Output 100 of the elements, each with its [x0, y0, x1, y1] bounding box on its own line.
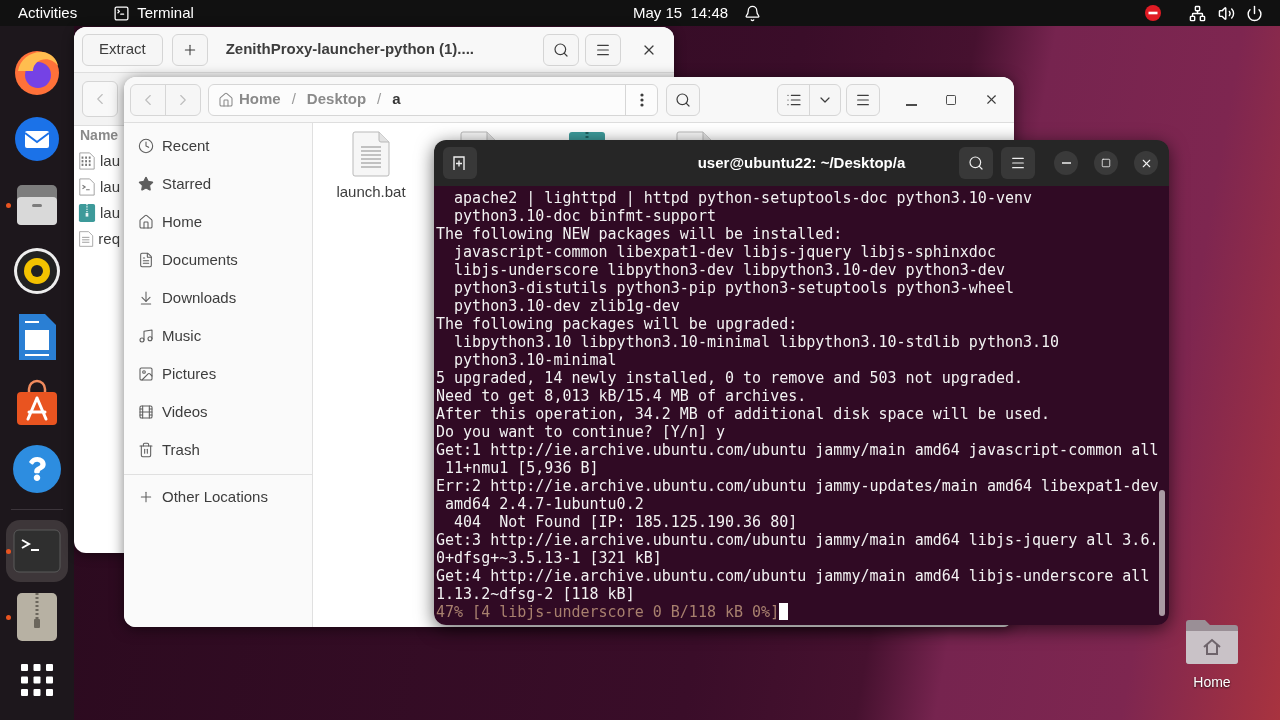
no-entry-icon[interactable] [1145, 5, 1161, 21]
power-icon[interactable] [1246, 4, 1263, 22]
desktop-item[interactable]: Home [1179, 617, 1245, 693]
maximize-icon [945, 93, 957, 106]
minimize-icon [905, 103, 917, 106]
app-menu[interactable]: Terminal [103, 1, 204, 25]
music-note-icon [138, 328, 154, 344]
script-file-icon [78, 177, 96, 197]
terminal-line: 0+dfsg+~3.5.13-1 [321 kB] [436, 549, 662, 567]
path-bar[interactable]: Home / Desktop / a [208, 83, 658, 116]
volume-icon[interactable] [1218, 4, 1235, 22]
terminal-line: The following packages will be upgraded: [436, 315, 798, 333]
search-icon [968, 155, 984, 171]
sidebar-item[interactable]: Starred [124, 165, 312, 203]
new-tab-icon [452, 155, 468, 171]
menu-button[interactable] [1001, 147, 1035, 179]
search-button[interactable] [543, 33, 579, 66]
file-item[interactable]: launch.bat [317, 131, 425, 204]
terminal-icon [113, 4, 131, 22]
terminal-line: 1.13.2~dfsg-2 [118 kB] [436, 585, 635, 603]
binary-file-icon [78, 151, 96, 171]
document-icon [138, 252, 154, 268]
star-icon [138, 176, 154, 192]
app-grid-icon [21, 664, 53, 696]
search-icon [675, 91, 691, 108]
column-header: Name [79, 126, 120, 144]
help-icon [13, 445, 61, 493]
new-tab-button[interactable] [443, 147, 477, 179]
sidebar-item[interactable]: Music [124, 317, 312, 355]
terminal-line: 5 upgraded, 14 newly installed, 0 to remove and 503 not upgraded. [436, 369, 1023, 387]
terminal-line: Need to get 8,013 kB/15.4 MB of archives. [436, 387, 807, 405]
menu-button[interactable] [846, 83, 880, 116]
maximize-button[interactable] [1094, 151, 1118, 175]
terminal-line: 47% [4 libjs-underscore 0 B/118 kB 0%] [436, 603, 780, 621]
close-button[interactable] [1134, 151, 1158, 175]
add-button[interactable] [171, 33, 208, 66]
search-icon [553, 41, 569, 58]
clock-icon [138, 138, 154, 154]
file-row[interactable]: req [78, 226, 120, 252]
speaker-icon [13, 247, 61, 295]
file-row[interactable]: lau [78, 148, 120, 174]
terminal-line: python3.10-minimal [453, 351, 617, 369]
terminal-line: The following NEW packages will be installed: [436, 225, 843, 243]
document-icon [352, 131, 390, 177]
sidebar-item[interactable]: Videos [124, 393, 312, 431]
sidebar-item[interactable]: Trash [124, 431, 312, 469]
clock-button[interactable]: May 15 14:48 [623, 1, 772, 25]
globe-icon [13, 49, 61, 97]
download-icon [138, 290, 154, 306]
bell-icon [744, 4, 762, 22]
sidebar-item[interactable]: Documents [124, 241, 312, 279]
document-icon [17, 313, 57, 361]
image-icon [138, 366, 154, 382]
path-separator: / [291, 89, 296, 110]
terminal-icon [13, 529, 61, 573]
terminal-line: Err:2 http://ie.archive.ubuntu.com/ubuntu jammy-updates/main amd64 libexpat1-dev [436, 477, 1159, 495]
terminal-line: 404 Not Found [IP: 185.125.190.36 80] [453, 513, 798, 531]
archive-file-icon[interactable] [568, 131, 606, 140]
terminal-line: amd64 2.4.7-1ubuntu0.2 [444, 495, 644, 513]
terminal-line: Get:1 http://ie.archive.ubuntu.com/ubuntu jammy/main amd64 javascript-common all [436, 441, 1159, 459]
sidebar-item[interactable]: Other Locations [124, 478, 312, 516]
search-button[interactable] [666, 83, 700, 116]
text-file-icon [78, 229, 95, 249]
search-button[interactable] [959, 147, 993, 179]
plus-icon [138, 489, 154, 505]
file-row[interactable]: lau [78, 174, 120, 200]
sidebar-item[interactable]: Downloads [124, 279, 312, 317]
terminal-line: python3.10-doc binfmt-support [453, 207, 716, 225]
terminal-line: python3.10-dev zlib1g-dev [453, 297, 680, 315]
minimize-button[interactable] [1054, 151, 1078, 175]
sidebar-item[interactable]: Home [124, 203, 312, 241]
network-icon[interactable] [1189, 4, 1206, 22]
file-row[interactable]: lau [78, 200, 120, 226]
path-crumb[interactable]: a [392, 88, 401, 111]
terminal-line: libjs-underscore libpython3-dev libpython3.10-dev python3-dev [453, 261, 1005, 279]
trash-icon [138, 442, 154, 458]
menu-icon [1010, 155, 1026, 171]
zipper-icon [17, 593, 57, 641]
maximize-icon [1101, 158, 1111, 168]
terminal-line: python3-distutils python3-pip python3-setuptools python3-wheel [453, 279, 1014, 297]
sidebar-item[interactable]: Recent [124, 127, 312, 165]
envelope-icon [13, 115, 61, 163]
home-folder-icon [1184, 617, 1240, 665]
activities-button[interactable]: Activities [8, 1, 88, 25]
house-icon [218, 91, 234, 108]
terminal-line: 11+nmu1 [5,936 B] [444, 459, 599, 477]
archive-file-icon [78, 203, 96, 223]
house-icon [138, 214, 154, 230]
terminal-line: javascript-common libexpat1-dev libjs-jquery libjs-sphinxdoc [453, 243, 996, 261]
minimize-icon [1061, 162, 1071, 164]
terminal-line: apache2 | lighttpd | httpd python-setuptools-doc python3.10-venv [453, 189, 1033, 207]
film-icon [138, 404, 154, 420]
terminal-line: Get:4 http://ie.archive.ubuntu.com/ubuntu jammy/main amd64 libjs-underscore all [436, 567, 1150, 585]
terminal-line: libpython3.10 libpython3.10-minimal libpython3.10-stdlib python3.10 [453, 333, 1060, 351]
path-separator: / [377, 89, 382, 110]
window-title: ZenithProxy-launcher-python (1).... [225, 39, 476, 60]
terminal-line: Do you want to continue? [Y/n] y [436, 423, 725, 441]
terminal-line: After this operation, 34.2 MB of additional disk space will be used. [436, 405, 1051, 423]
sidebar-item[interactable]: Pictures [124, 355, 312, 393]
extract-button[interactable]: Extract [82, 33, 163, 66]
